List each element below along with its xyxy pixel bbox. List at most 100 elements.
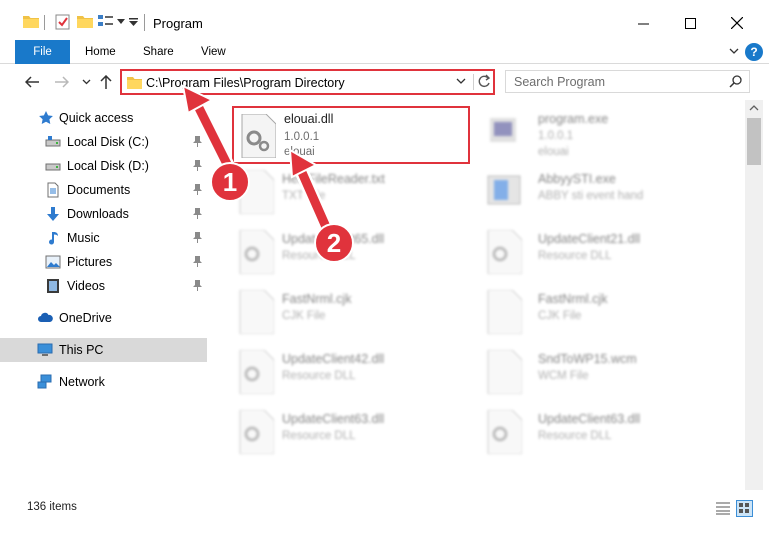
status-bar: 136 items <box>0 490 769 533</box>
details-view-icon[interactable] <box>716 502 730 515</box>
blank-file-icon <box>487 290 522 334</box>
file-tile[interactable]: UpdateClient21.dll Resource DLL <box>480 224 720 284</box>
pin-icon[interactable] <box>193 160 202 171</box>
pin-icon[interactable] <box>193 184 202 195</box>
file-version: 1.0.0.1 <box>284 131 320 143</box>
minimize-button[interactable] <box>620 8 666 38</box>
nav-item-quick-access[interactable]: Quick access <box>0 106 207 130</box>
tab-view[interactable]: View <box>201 40 226 64</box>
file-tile[interactable]: FastNrml.cjk CJK File <box>480 284 720 344</box>
file-detail: 1.0.0.1 <box>538 130 574 142</box>
tab-share[interactable]: Share <box>143 40 174 64</box>
up-button[interactable] <box>96 72 116 92</box>
title-bar: Program <box>0 0 769 40</box>
nav-item-local-disk-d[interactable]: Local Disk (D:) <box>0 154 207 178</box>
nav-label-onedrive: OneDrive <box>59 311 112 325</box>
file-tile[interactable]: SndToWP15.wcm WCM File <box>480 344 720 404</box>
music-icon <box>49 232 58 245</box>
quick-access-dropdown-icon[interactable] <box>117 17 125 25</box>
file-tile[interactable]: UpdateClient65.dll Resource DLL <box>232 224 472 284</box>
nav-item-onedrive[interactable]: OneDrive <box>0 306 207 330</box>
nav-label-music: Music <box>67 231 100 245</box>
documents-icon <box>47 182 59 198</box>
file-tile[interactable]: UpdateClient63.dll Resource DLL <box>232 404 472 464</box>
scrollbar-thumb[interactable] <box>747 118 761 165</box>
properties-check-icon[interactable] <box>55 14 71 30</box>
customize-toolbar-icon[interactable] <box>129 18 138 27</box>
nav-label-documents: Documents <box>67 183 131 197</box>
file-name: SndToWP15.wcm <box>538 352 637 366</box>
search-icon[interactable] <box>729 75 742 88</box>
nav-item-documents[interactable]: Documents <box>0 178 207 202</box>
pin-icon[interactable] <box>193 280 202 291</box>
address-history-dropdown-icon[interactable] <box>456 78 466 85</box>
navigation-pane: Quick access Local Disk (C:) Local Disk … <box>0 100 210 490</box>
large-icons-view-button[interactable] <box>736 500 753 517</box>
nav-item-downloads[interactable]: Downloads <box>0 202 207 226</box>
network-icon <box>37 374 52 389</box>
nav-label-downloads: Downloads <box>67 207 129 221</box>
nav-item-network[interactable]: Network <box>0 370 207 394</box>
address-divider <box>473 74 474 90</box>
nav-item-this-pc[interactable]: This PC <box>0 338 207 362</box>
pin-icon[interactable] <box>193 136 202 147</box>
file-name: HelpFileReader.txt <box>282 172 385 186</box>
help-button[interactable]: ? <box>745 43 763 61</box>
close-button[interactable] <box>714 8 760 38</box>
file-tile[interactable]: UpdateClient42.dll Resource DLL <box>232 344 472 404</box>
search-box[interactable]: Search Program <box>505 70 750 93</box>
file-name: FastNrml.cjk <box>282 292 352 306</box>
address-row: C:\Program Files\Program Directory Searc… <box>0 64 769 100</box>
file-name: UpdateClient21.dll <box>538 232 641 246</box>
address-path[interactable]: C:\Program Files\Program Directory <box>146 76 345 90</box>
blank-file-icon <box>239 290 274 334</box>
address-bar[interactable]: C:\Program Files\Program Directory <box>120 69 495 95</box>
cloud-icon <box>38 312 53 322</box>
pin-icon[interactable] <box>193 208 202 219</box>
file-detail: Resource DLL <box>282 370 356 382</box>
search-placeholder[interactable]: Search Program <box>514 75 605 89</box>
forward-button[interactable] <box>52 72 72 92</box>
folder-icon[interactable] <box>23 14 39 28</box>
refresh-icon[interactable] <box>477 73 491 91</box>
quick-access-separator <box>44 15 45 30</box>
nav-item-videos[interactable]: Videos <box>0 274 207 298</box>
file-name: UpdateClient63.dll <box>538 412 641 426</box>
window-title: Program <box>153 16 203 31</box>
nav-item-music[interactable]: Music <box>0 226 207 250</box>
exe-icon <box>490 118 516 142</box>
minimize-icon <box>637 23 649 24</box>
file-tile[interactable]: FastNrml.cjk CJK File <box>232 284 472 344</box>
scroll-up-icon[interactable] <box>749 105 759 111</box>
maximize-icon <box>684 17 696 29</box>
file-tile[interactable]: HelpFileReader.txt TXT File <box>232 164 472 224</box>
file-tile[interactable]: program.exe 1.0.0.1 elouai <box>480 104 720 164</box>
file-tile[interactable]: UpdateClient63.dll Resource DLL <box>480 404 720 464</box>
file-name: FastNrml.cjk <box>538 292 608 306</box>
file-tile-highlighted[interactable]: elouai.dll 1.0.0.1 elouai <box>232 106 470 164</box>
vertical-scrollbar[interactable] <box>745 100 763 490</box>
pin-icon[interactable] <box>193 256 202 267</box>
drive-icon <box>45 136 61 147</box>
tab-home[interactable]: Home <box>85 40 116 64</box>
title-separator <box>144 14 145 31</box>
new-folder-icon[interactable] <box>77 14 93 28</box>
drive-icon <box>45 163 61 171</box>
file-list: elouai.dll 1.0.0.1 elouai program.exe 1.… <box>210 100 745 490</box>
back-button[interactable] <box>22 72 42 92</box>
exe-icon <box>487 175 521 205</box>
tab-file[interactable]: File <box>15 40 70 64</box>
nav-item-local-disk-c[interactable]: Local Disk (C:) <box>0 130 207 154</box>
recent-locations-button[interactable] <box>76 72 96 92</box>
nav-label-network: Network <box>59 375 105 389</box>
expand-ribbon-icon[interactable] <box>729 48 739 55</box>
view-options-icon[interactable] <box>98 14 114 28</box>
pin-icon[interactable] <box>193 232 202 243</box>
videos-icon <box>47 279 59 293</box>
nav-item-pictures[interactable]: Pictures <box>0 250 207 274</box>
file-tile[interactable]: AbbyySTI.exe ABBY sti event hand <box>480 164 720 224</box>
nav-label-quick-access: Quick access <box>59 111 134 125</box>
maximize-button[interactable] <box>667 8 713 38</box>
marker-2-label: 2 <box>326 228 342 258</box>
blank-file-icon <box>487 350 522 394</box>
